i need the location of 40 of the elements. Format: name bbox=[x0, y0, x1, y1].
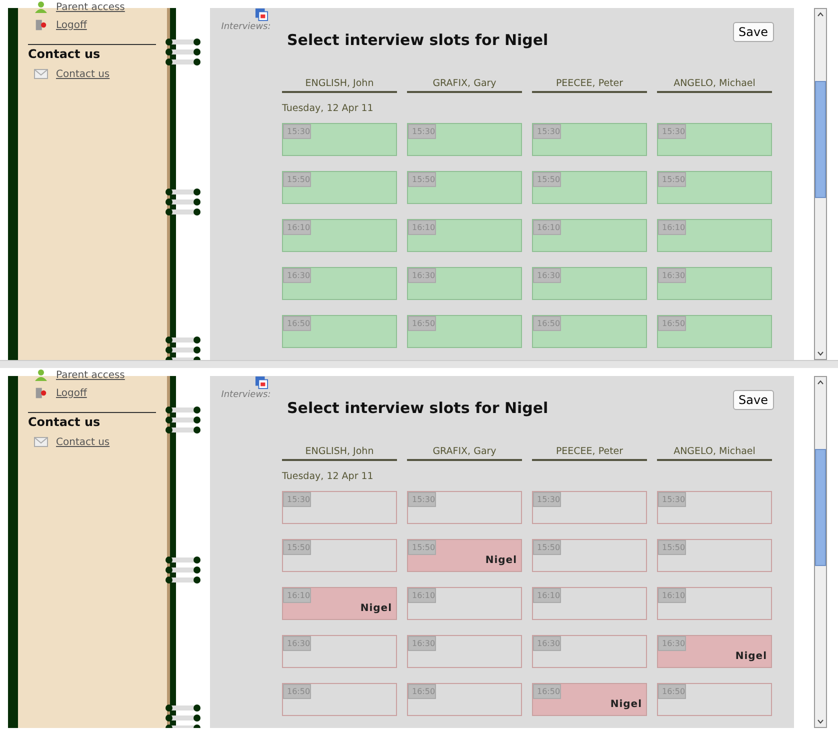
booked-name: Nigel bbox=[360, 603, 392, 614]
sidebar-link[interactable]: Logoff bbox=[56, 20, 87, 30]
person-icon bbox=[34, 369, 48, 381]
calendar-icon bbox=[254, 376, 268, 389]
section-heading: Contact us bbox=[28, 47, 102, 61]
sidebar-link[interactable]: Contact us bbox=[56, 68, 110, 80]
booked-name: Nigel bbox=[610, 699, 642, 710]
calendar-icon bbox=[254, 8, 268, 21]
scroll-thumb[interactable] bbox=[815, 449, 826, 566]
column-header: ENGLISH, John bbox=[282, 78, 397, 93]
booked-name: Nigel bbox=[735, 651, 767, 662]
date-label: Tuesday, 12 Apr 11 bbox=[282, 471, 374, 482]
column-header: ENGLISH, John bbox=[282, 446, 397, 461]
scroll-thumb[interactable] bbox=[815, 81, 826, 198]
sidebar-link[interactable]: Logoff bbox=[56, 388, 87, 398]
sidebar-link[interactable]: Parent access bbox=[56, 370, 125, 380]
date-label: Tuesday, 12 Apr 11 bbox=[282, 103, 374, 114]
sidebar-link[interactable]: Contact us bbox=[56, 436, 110, 448]
person-icon bbox=[34, 1, 48, 13]
envelope-icon bbox=[34, 68, 48, 80]
page-title: Select interview slots for Nigel bbox=[287, 399, 548, 417]
save-button[interactable]: Save bbox=[732, 22, 774, 42]
module-label: Interviews: bbox=[221, 22, 271, 32]
scrollbar[interactable] bbox=[814, 8, 827, 360]
section-heading: Contact us bbox=[28, 415, 102, 429]
column-header: PEECEE, Peter bbox=[532, 78, 647, 93]
door-exit-icon bbox=[34, 19, 48, 31]
module-label: Interviews: bbox=[221, 390, 271, 400]
envelope-icon bbox=[34, 436, 48, 448]
column-header: PEECEE, Peter bbox=[532, 446, 647, 461]
column-header: ANGELO, Michael bbox=[657, 446, 772, 461]
booked-name: Nigel bbox=[485, 555, 517, 566]
column-header: ANGELO, Michael bbox=[657, 78, 772, 93]
sidebar-link[interactable]: Parent access bbox=[56, 2, 125, 12]
column-header: GRAFIX, Gary bbox=[407, 446, 522, 461]
door-exit-icon bbox=[34, 387, 48, 399]
column-header: GRAFIX, Gary bbox=[407, 78, 522, 93]
page-title: Select interview slots for Nigel bbox=[287, 31, 548, 49]
save-button[interactable]: Save bbox=[732, 390, 774, 410]
scrollbar[interactable] bbox=[814, 376, 827, 728]
